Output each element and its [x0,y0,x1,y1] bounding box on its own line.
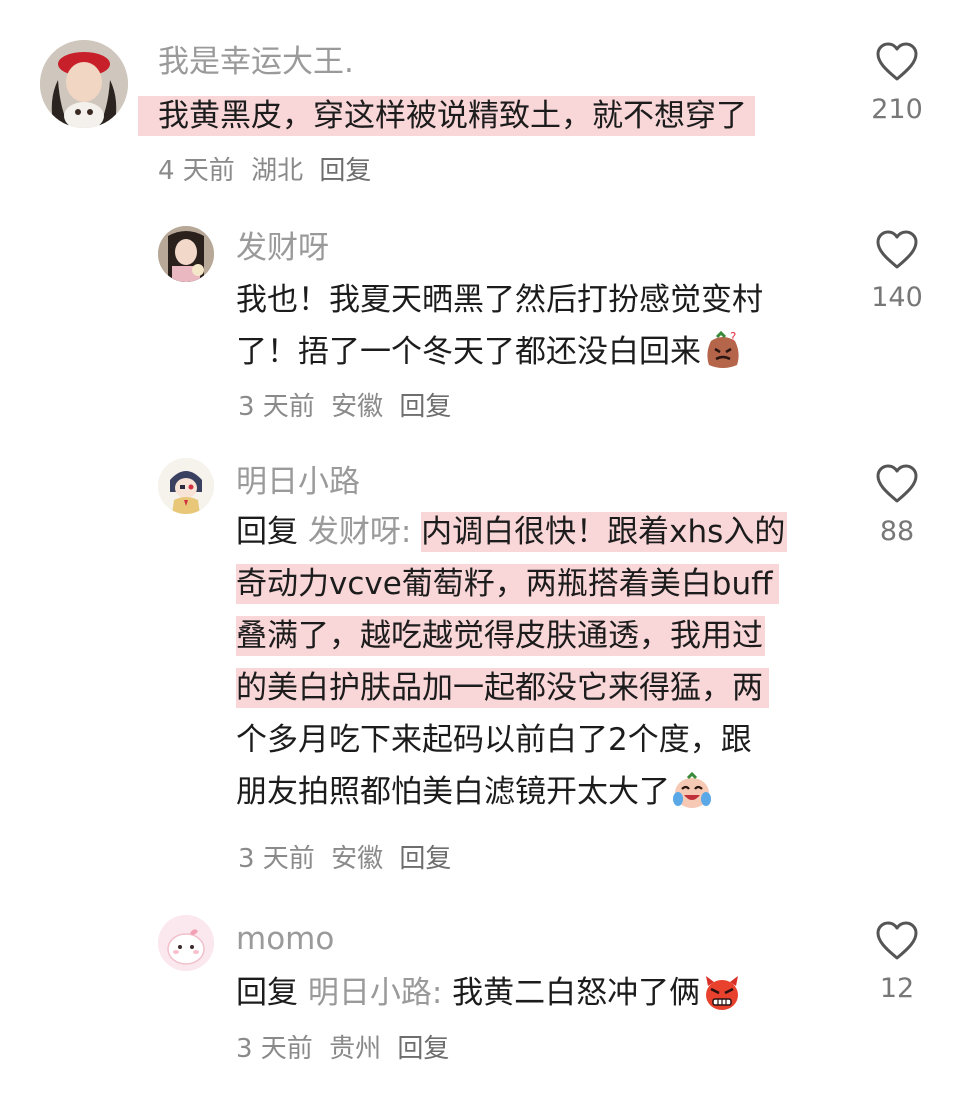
comment-item: 明日小路 回复 发财呀: 内调白很快！跟着xhs入的 奇动力vcve葡萄籽，两瓶… [0,450,960,900]
cute-animal-avatar[interactable] [158,915,214,971]
like-button[interactable]: 140 [862,230,932,316]
comment-text-line: 个多月吃下来起码以前白了2个度，跟 [236,722,752,758]
comment-username[interactable]: 我是幸运大王. [158,42,354,82]
comment-text-line: 回复 发财呀: 内调白很快！跟着xhs入的 [236,506,788,558]
sweat-face-icon: ? [707,330,739,368]
comment-meta: 3 天前 安徽 回复 [238,842,459,876]
heart-outline-icon [876,921,918,960]
angry-devil-icon [706,975,739,1010]
comment-username[interactable]: momo [236,919,334,959]
comment-meta: 3 天前 安徽 回复 [238,390,459,424]
comment-username[interactable]: 发财呀 [236,228,329,268]
like-button[interactable]: 210 [862,42,932,128]
comment-text-line: 我黄黑皮，穿这样被说精致土，就不想穿了 [138,90,755,142]
crying-laugh-icon [673,771,711,808]
reply-prefix: 回复 [236,514,298,550]
avatar-image [158,458,214,514]
comment-item: 我是幸运大王. 我黄黑皮，穿这样被说精致土，就不想穿了 4 天前 湖北 回复 2… [0,0,960,200]
like-button[interactable]: 12 [862,921,932,1007]
heart-outline-icon [876,230,918,269]
avatar-image [158,915,214,971]
comment-text-segment: 了！捂了一个冬天了都还没白回来 [236,334,701,370]
anime-avatar[interactable] [158,458,214,514]
heart-outline-icon [876,42,918,81]
user-photo-avatar[interactable] [40,40,128,128]
comment-text: 我也！我夏天晒黑了然后打扮感觉变村 了！捂了一个冬天了都还没白回来 ? [236,274,763,378]
avatar-image [40,40,128,128]
user-photo-avatar[interactable] [158,226,214,282]
comment-time: 3 天前 [236,1034,313,1064]
comment-time: 3 天前 [238,392,315,422]
comment-text-line: 我也！我夏天晒黑了然后打扮感觉变村 [236,282,763,318]
comment-text-line: 奇动力vcve葡萄籽，两瓶搭着美白buff [236,558,787,610]
reply-target-user[interactable]: 发财呀: [308,514,411,550]
comment-text-line: 叠满了，越吃越觉得皮肤通透，我用过 [236,610,787,662]
reply-button[interactable]: 回复 [399,392,451,422]
reply-button[interactable]: 回复 [399,844,451,874]
highlighted-text: 内调白很快！跟着xhs入的 [421,512,788,552]
crying-laugh-emoji [672,771,712,811]
comment-username[interactable]: 明日小路 [236,462,360,502]
comment-text-line: 回复 明日小路: 我黄二白怒冲了俩 [236,967,742,1019]
comment-location: 湖北 [251,156,304,186]
comment-text: 回复 明日小路: 我黄二白怒冲了俩 [236,967,742,1019]
highlighted-text: 我黄黑皮，穿这样被说精致土，就不想穿了 [138,96,755,136]
reply-target-user[interactable]: 明日小路: [308,975,442,1011]
sweat-face-emoji: ? [703,330,743,371]
comment-text-segment: 我黄二白怒冲了俩 [452,975,701,1011]
like-button[interactable]: 88 [862,464,932,550]
reply-button[interactable]: 回复 [397,1034,449,1064]
comment-location: 安徽 [331,392,384,422]
comment-meta: 3 天前 贵州 回复 [236,1032,457,1066]
like-count: 12 [879,973,915,1004]
comment-time: 3 天前 [238,844,315,874]
like-count: 140 [871,282,923,313]
comment-text-segment: 朋友拍照都怕美白滤镜开太大了 [236,774,670,810]
comment-text-line: 朋友拍照都怕美白滤镜开太大了 [236,766,787,818]
comment-item: 发财呀 我也！我夏天晒黑了然后打扮感觉变村 了！捂了一个冬天了都还没白回来 ? … [0,210,960,440]
highlighted-text: 奇动力vcve葡萄籽，两瓶搭着美白buff [236,564,779,604]
comment-text: 回复 发财呀: 内调白很快！跟着xhs入的 奇动力vcve葡萄籽，两瓶搭着美白b… [236,506,788,818]
heart-outline-icon [876,464,918,503]
comment-text-line: 了！捂了一个冬天了都还没白回来 ? [236,326,763,378]
highlighted-text: 叠满了，越吃越觉得皮肤通透，我用过 [236,616,765,656]
svg-text:?: ? [730,331,736,344]
comment-location: 安徽 [331,844,384,874]
reply-button[interactable]: 回复 [319,156,371,186]
highlighted-text: 的美白护肤品加一起都没它来得猛，两 [236,668,769,708]
comment-text: 我黄黑皮，穿这样被说精致土，就不想穿了 [138,90,755,142]
comment-meta: 4 天前 湖北 回复 [158,154,379,188]
comment-text-line: 的美白护肤品加一起都没它来得猛，两 [236,662,787,714]
angry-devil-emoji [702,972,742,1012]
like-count: 210 [871,94,923,125]
avatar-image [158,226,214,282]
reply-prefix: 回复 [236,975,298,1011]
comment-item: momo 回复 明日小路: 我黄二白怒冲了俩 3 天前 贵州 回复 12 [0,905,960,1095]
comment-location: 贵州 [329,1034,382,1064]
comment-time: 4 天前 [158,156,235,186]
like-count: 88 [879,516,915,547]
